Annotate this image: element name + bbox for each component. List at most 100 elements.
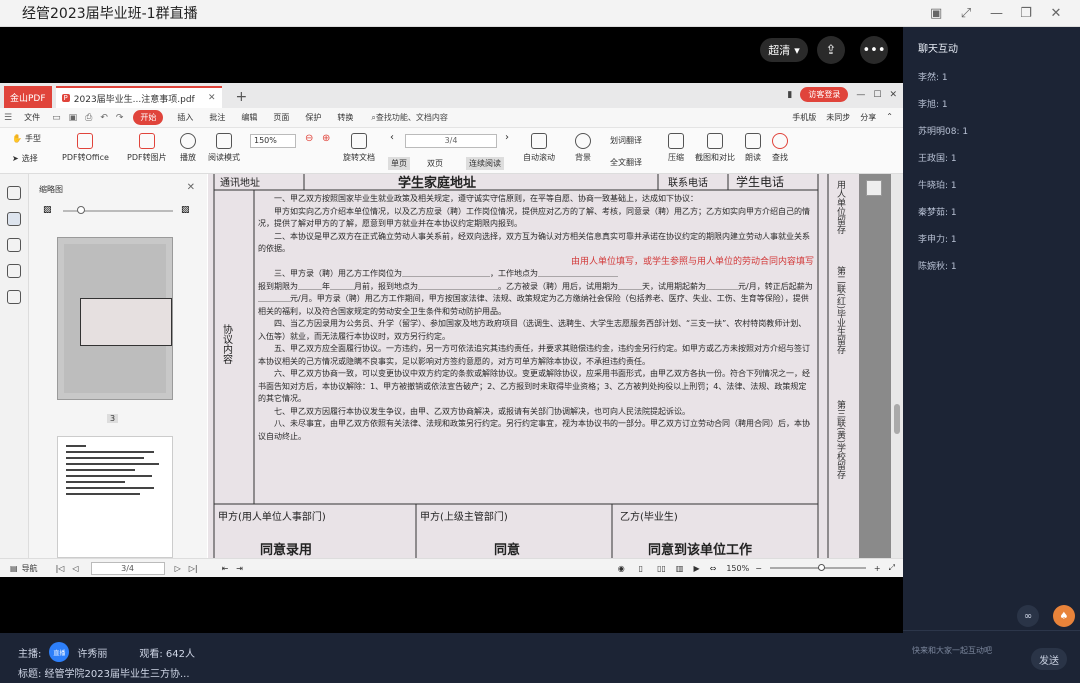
fit-width-icon[interactable]: ⇔ (710, 564, 717, 573)
menu-edit[interactable]: 编辑 (241, 112, 257, 123)
menu-convert[interactable]: 转换 (337, 112, 353, 123)
continuous-toggle[interactable]: 连续阅读 (466, 157, 504, 170)
double-view-icon[interactable]: ▯▯ (657, 564, 666, 573)
read-mode-button[interactable]: 阅读模式 (208, 133, 240, 163)
min-icon[interactable]: — (856, 90, 865, 100)
back-icon[interactable]: ⇤ (222, 564, 229, 573)
fit-page-icon[interactable] (866, 180, 882, 196)
large-thumb-icon[interactable]: ▨ (181, 205, 190, 215)
host-avatar[interactable]: 直播 (49, 642, 70, 662)
brand-tab[interactable]: 金山PDF (4, 86, 52, 108)
menu-file[interactable]: 文件 (24, 112, 40, 123)
nav-icon[interactable]: ▤ (10, 564, 18, 573)
screenshot-compare-button[interactable]: 截图和对比 (695, 133, 735, 163)
pdf-to-image-button[interactable]: PDF转图片 (127, 133, 167, 163)
menu-protect[interactable]: 保护 (305, 112, 321, 123)
host-name[interactable]: 许秀丽 (77, 645, 107, 660)
first-page-icon[interactable]: |◁ (56, 564, 65, 573)
menu-search[interactable]: ⌕查找功能、文档内容 (371, 112, 447, 123)
auto-scroll-button[interactable]: 自动滚动 (523, 133, 555, 163)
zoom-knob[interactable] (817, 564, 825, 571)
zoom-select[interactable]: 150% (250, 134, 296, 148)
gift-icon[interactable]: ♠ (1053, 605, 1075, 627)
thumbnail-icon[interactable] (7, 212, 21, 226)
comment-icon[interactable] (7, 238, 21, 252)
quality-button[interactable]: 超清 ▾ (760, 38, 808, 62)
zoom-minus-icon[interactable]: − (755, 564, 762, 573)
continuous-view-icon[interactable]: ▥ (676, 564, 684, 573)
more-button[interactable]: ••• (860, 36, 888, 64)
status-zoom[interactable]: 150% (726, 564, 749, 573)
sync-button[interactable]: 未同步 (826, 112, 850, 123)
thumbnail-page-4[interactable] (57, 436, 173, 558)
hand-tool[interactable]: ✋ 手型 (12, 133, 41, 144)
page-input[interactable]: 3/4 (405, 134, 497, 148)
signature-icon[interactable] (7, 290, 21, 304)
zoom-slider[interactable] (769, 564, 866, 571)
select-tool[interactable]: ➤ 选择 (12, 153, 38, 164)
max-icon[interactable]: ☐ (873, 90, 881, 100)
close-tab-icon[interactable]: ✕ (208, 93, 216, 103)
eye-icon[interactable]: ◉ (618, 564, 625, 573)
prev-page-icon[interactable]: ‹ (390, 132, 394, 143)
document-tab[interactable]: P 2023届毕业生...注意事项.pdf ✕ (55, 86, 222, 108)
small-thumb-icon[interactable]: ▨ (43, 205, 52, 215)
next-icon[interactable]: ▷ (175, 564, 181, 573)
redo-icon[interactable]: ↷ (116, 113, 124, 123)
word-translate-button[interactable]: 划词翻译 (610, 135, 642, 146)
send-button[interactable]: 发送 (1031, 648, 1067, 670)
save-icon[interactable]: ▣ (69, 113, 78, 123)
open-icon[interactable]: ▭ (52, 113, 61, 123)
attachment-icon[interactable] (7, 264, 21, 278)
share-button[interactable]: ⇪ (817, 36, 845, 64)
read-aloud-button[interactable]: 朗读 (745, 133, 761, 163)
background-button[interactable]: 背景 (575, 133, 591, 163)
find-button[interactable]: 查找 (772, 133, 788, 163)
fullscreen-doc-icon[interactable]: ⤢ (889, 563, 895, 573)
status-page-input[interactable]: 3/4 (90, 561, 165, 575)
minimize-icon[interactable]: — (990, 6, 1003, 21)
restore-icon[interactable]: ❐ (1020, 6, 1032, 21)
thumb-size-slider[interactable] (63, 206, 173, 214)
slider-knob[interactable] (77, 206, 85, 214)
pin-icon[interactable]: ▣ (930, 6, 942, 21)
single-view-icon[interactable]: ▯ (639, 564, 643, 573)
last-page-icon[interactable]: ▷| (189, 564, 198, 573)
link-icon[interactable]: ∞ (1017, 605, 1039, 627)
new-tab-icon[interactable]: + (236, 89, 248, 105)
bookmark-icon[interactable] (7, 186, 21, 200)
fullscreen-icon[interactable]: ⤢ (960, 6, 972, 21)
undo-icon[interactable]: ↶ (100, 113, 108, 123)
forward-icon[interactable]: ⇥ (236, 564, 243, 573)
close-panel-icon[interactable]: ✕ (187, 182, 195, 193)
menu-home[interactable]: 开始 (133, 110, 164, 125)
chat-input[interactable]: 快来和大家一起互动吧 (912, 645, 992, 656)
play-button[interactable]: 播放 (180, 133, 196, 163)
zoom-out-icon[interactable]: ⊖ (305, 133, 313, 144)
close-icon[interactable]: ✕ (1050, 6, 1062, 21)
menu-insert[interactable]: 插入 (177, 112, 193, 123)
zoom-in-icon[interactable]: ⊕ (322, 133, 330, 144)
prev-icon[interactable]: ◁ (72, 564, 78, 573)
compress-button[interactable]: 压缩 (668, 133, 684, 163)
full-translate-button[interactable]: 全文翻译 (610, 157, 642, 168)
play-view-icon[interactable]: ▶ (693, 564, 699, 573)
nav-label[interactable]: 导航 (22, 563, 38, 574)
login-button[interactable]: 访客登录 (800, 87, 849, 102)
menu-annotate[interactable]: 批注 (209, 112, 225, 123)
win-close-icon[interactable]: ✕ (889, 90, 897, 100)
rotate-button[interactable]: 旋转文档 (343, 133, 375, 163)
zoom-plus-icon[interactable]: + (874, 564, 881, 573)
share-doc-button[interactable]: 分享 (860, 112, 876, 123)
print-icon[interactable]: ⎙ (85, 113, 92, 123)
thumbnail-page-3[interactable] (57, 237, 173, 400)
collapse-icon[interactable]: ⌃ (886, 112, 893, 123)
vertical-scrollbar[interactable] (891, 174, 903, 558)
pdf-to-office-button[interactable]: PDF转Office (62, 133, 109, 163)
next-page-icon[interactable]: › (505, 132, 509, 143)
menu-icon[interactable]: ☰ (4, 113, 12, 123)
single-page-toggle[interactable]: 单页 (388, 157, 410, 170)
mobile-button[interactable]: 手机版 (792, 112, 816, 123)
menu-page[interactable]: 页面 (273, 112, 289, 123)
double-page-toggle[interactable]: 双页 (424, 157, 446, 170)
